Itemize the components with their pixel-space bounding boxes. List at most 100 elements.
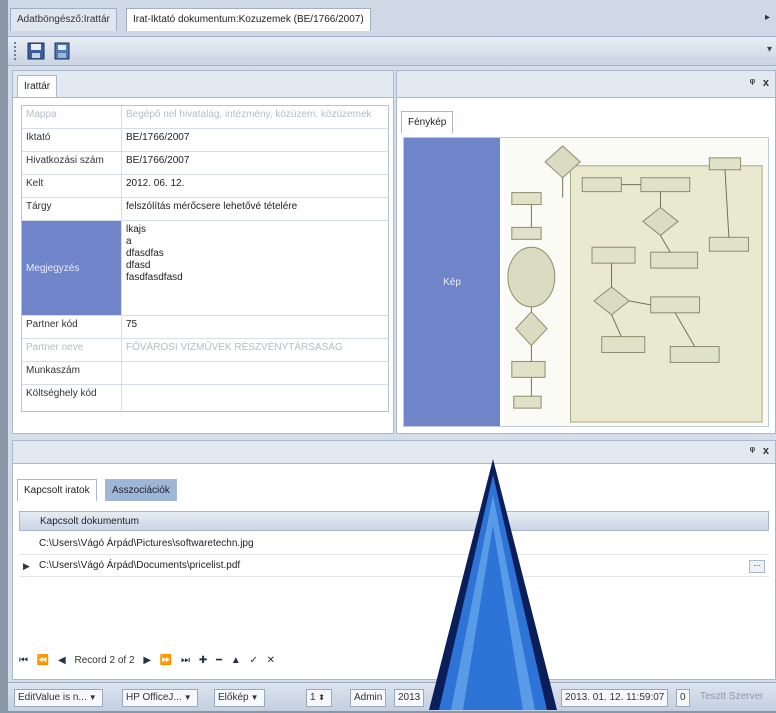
datetime-field: 2013. 01. 12. 11:59:07 [561, 689, 669, 707]
grid-row-kelt[interactable]: Kelt 2012. 06. 12. [22, 175, 388, 198]
grid-row-megjegyzes[interactable]: Megjegyzés lkajs a dfasdfas dfasd fasdfa… [22, 221, 388, 316]
grid-label: Költséghely kód [22, 385, 122, 411]
year-text: 2013 [398, 692, 421, 703]
browse-button[interactable]: ··· [749, 560, 765, 573]
irattar-pane: Irattár Mappa Begépő nel hivatalág, inté… [12, 70, 394, 434]
grid-label: Tárgy [22, 198, 122, 220]
tab-irat-iktato[interactable]: Irat-Iktató dokumentum:Kozuzemek (BE/176… [126, 8, 371, 31]
app-window: Adatböngésző:Irattár Irat-Iktató dokumen… [8, 0, 776, 711]
server-text: Tesztt Szerver [700, 691, 764, 702]
grid-label: Kelt [22, 175, 122, 197]
image-label: Kép [404, 138, 500, 426]
close-icon[interactable]: x [763, 77, 769, 89]
editvalue-dropdown[interactable]: EditValue is n... ▼ [14, 689, 103, 707]
note-line: fasdfasdfasd [126, 272, 183, 283]
pin-icon[interactable]: ᵠ [750, 445, 755, 457]
grid-value[interactable]: 2012. 06. 12. [122, 175, 388, 197]
preview-text: Előkép [218, 692, 249, 703]
grid-value-multiline[interactable]: lkajs a dfasdfas dfasd fasdfasdfasd [122, 221, 388, 315]
tab-adatbongeszo[interactable]: Adatböngésző:Irattár [10, 8, 117, 31]
tab-irattar[interactable]: Irattár [17, 75, 58, 97]
kapcsolt-pane: ᵠ x Kapcsolt iratok Asszociációk Kapcsol… [12, 440, 776, 680]
first-record-icon[interactable]: ⏮ [19, 655, 28, 666]
grid-row-munkaszam[interactable]: Munkaszám [22, 362, 388, 385]
edit-record-icon[interactable]: ▲ [231, 655, 241, 666]
close-icon[interactable]: x [763, 445, 769, 457]
record-counter: Record 2 of 2 [74, 655, 135, 666]
grid-value[interactable]: felszólítás mérőcsere lehetővé tételére [122, 198, 388, 220]
editvalue-text: EditValue is n... [18, 692, 87, 703]
count-field: 0 [676, 689, 690, 707]
note-line: a [126, 236, 132, 247]
printer-dropdown[interactable]: HP OfficeJ... ▼ [122, 689, 198, 707]
pin-icon[interactable]: ᵠ [750, 77, 755, 89]
delete-record-icon[interactable]: ━ [216, 655, 222, 666]
row-indicator: ▶ [23, 561, 30, 571]
note-line: dfasdfas [126, 248, 164, 259]
tab-kapcsolt-iratok[interactable]: Kapcsolt iratok [17, 479, 97, 501]
note-line: dfasd [126, 260, 151, 271]
toolbar: ▾ [8, 37, 776, 66]
count-text: 0 [680, 692, 686, 703]
grid-row-hivatkozasi-szam[interactable]: Hivatkozási szám BE/1766/2007 [22, 152, 388, 175]
tab-scroll-right-icon[interactable]: ▸ [765, 12, 770, 23]
chevron-down-icon: ▼ [88, 693, 97, 702]
grid-value[interactable] [122, 362, 388, 384]
file-path: C:\Users\Vágó Árpád\Documents\pricelist.… [39, 560, 241, 571]
cancel-record-icon[interactable]: ✕ [267, 655, 275, 666]
table-row[interactable]: ▶ C:\Users\Vágó Árpád\Documents\pricelis… [19, 555, 769, 577]
grid-row-iktato[interactable]: Iktató BE/1766/2007 [22, 129, 388, 152]
next-record-icon[interactable]: ▶ [143, 655, 151, 666]
next-page-icon[interactable]: ⏩ [160, 655, 172, 666]
grid-label: Partner neve [22, 339, 122, 361]
grid-value[interactable] [122, 385, 388, 411]
tab-fenykep[interactable]: Fénykép [401, 111, 454, 133]
grid-row-partner-kod[interactable]: Partner kód 75 [22, 316, 388, 339]
spinner-icon: ⬍ [318, 693, 325, 702]
copies-spinner[interactable]: 1 ⬍ [306, 689, 332, 707]
user-text: Admin [354, 692, 383, 703]
grid-label: Munkaszám [22, 362, 122, 384]
toolbar-menu-icon[interactable]: ▾ [767, 44, 772, 55]
grid-label: Partner kód [22, 316, 122, 338]
image-field[interactable]: Kép [403, 137, 769, 427]
save-close-icon[interactable] [52, 41, 72, 61]
save-icon[interactable] [26, 41, 46, 61]
grid-row-mappa[interactable]: Mappa Begépő nel hivatalág, intézmény, k… [22, 106, 388, 129]
document-tab-strip: Adatböngésző:Irattár Irat-Iktató dokumen… [8, 0, 776, 37]
prev-record-icon[interactable]: ◀ [58, 655, 66, 666]
toolbar-grip[interactable] [14, 42, 19, 60]
kapcsolt-tabbar: Kapcsolt iratok Asszociációk [13, 463, 775, 503]
column-header-kapcsolt-dokumentum[interactable]: Kapcsolt dokumentum [19, 511, 769, 531]
chevron-down-icon: ▼ [250, 693, 259, 702]
server-label: Tesztt Szerver [700, 689, 763, 705]
grid-row-koltseghely-kod[interactable]: Költséghely kód [22, 385, 388, 411]
prev-page-icon[interactable]: ⏪ [37, 655, 49, 666]
grid-value[interactable]: 75 [122, 316, 388, 338]
year-field: 2013 [394, 689, 425, 707]
grid-label: Megjegyzés [22, 221, 122, 315]
add-record-icon[interactable]: ✚ [199, 655, 207, 666]
grid-value[interactable]: BE/1766/2007 [122, 129, 388, 151]
grid-label: Mappa [22, 106, 122, 128]
grid-value[interactable]: BE/1766/2007 [122, 152, 388, 174]
record-navigator: ⏮ ⏪ ◀ Record 2 of 2 ▶ ⏩ ⏭ ✚ ━ ▲ ✓ ✕ [19, 651, 769, 671]
grid-row-partner-neve[interactable]: Partner neve FŐVÁROSI VÍZMŰVEK RÉSZVÉNYT… [22, 339, 388, 362]
flowchart-image [504, 138, 768, 426]
last-record-icon[interactable]: ⏭ [181, 655, 190, 666]
arrow-up-icon [423, 455, 563, 710]
grid-label: Iktató [22, 129, 122, 151]
tab-asszociaciok[interactable]: Asszociációk [105, 479, 177, 501]
grid-value[interactable]: FŐVÁROSI VÍZMŰVEK RÉSZVÉNYTÁRSASÁG [122, 339, 388, 361]
grid-row-targy[interactable]: Tárgy felszólítás mérőcsere lehetővé tét… [22, 198, 388, 221]
property-grid: Mappa Begépő nel hivatalág, intézmény, k… [21, 105, 389, 412]
fenykep-header: ᵠ x [397, 71, 775, 98]
note-line: lkajs [126, 224, 147, 235]
printer-text: HP OfficeJ... [126, 692, 182, 703]
file-path: C:\Users\Vágó Árpád\Pictures\softwaretec… [39, 538, 254, 549]
datetime-text: 2013. 01. 12. 11:59:07 [565, 692, 665, 703]
save-record-icon[interactable]: ✓ [250, 655, 258, 666]
grid-value[interactable]: Begépő nel hivatalág, intézmény, közüzem… [122, 106, 388, 128]
preview-dropdown[interactable]: Előkép ▼ [214, 689, 265, 707]
table-row[interactable]: C:\Users\Vágó Árpád\Pictures\softwaretec… [19, 533, 769, 555]
